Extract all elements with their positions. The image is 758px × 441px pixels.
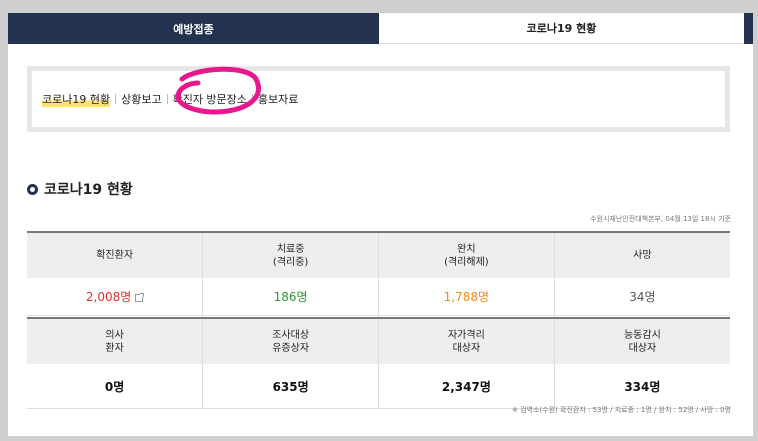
submenu-item-covid-status[interactable]: 코로나19 현황: [42, 91, 111, 107]
submenu-box: 코로나19 현황 상황보고 확진자 방문장소 홍보자료: [27, 66, 730, 132]
tab-edge: [744, 13, 753, 44]
recovered-cell: 1,788명: [378, 278, 555, 316]
header-cell: 사망: [553, 232, 730, 278]
table-header-row: 의사 환자 조사대상 유증상자 자가격리 대상자 능동감시 대상자: [27, 318, 730, 364]
status-table-primary: 확진환자 치료중 (격리중) 완치 (격리해제) 사망 2,008명 186명 1,…: [27, 231, 730, 316]
status-table-secondary: 의사 환자 조사대상 유증상자 자가격리 대상자 능동감시 대상자 0명 635명 2,…: [27, 317, 730, 409]
quarantine-footnote: ※ 검역소(수원) 확진환자 : 53명 / 치료중 : 1명 / 완치 : 5…: [512, 406, 731, 414]
page-frame: 예방접종 코로나19 현황 코로나19 현황 상황보고 확진자 방문장소 홍보자…: [8, 13, 753, 436]
confirmed-cases-cell[interactable]: 2,008명: [27, 278, 203, 316]
table-row: 0명 635명 2,347명 334명: [27, 364, 730, 409]
tab-covid-status[interactable]: 코로나19 현황: [379, 13, 744, 44]
table-row: 2,008명 186명 1,788명 34명: [27, 278, 730, 316]
active-monitoring-cell: 334명: [553, 364, 730, 409]
in-treatment-cell: 186명: [202, 278, 379, 316]
deaths-cell: 34명: [553, 278, 730, 316]
symptomatic-investigation-cell: 635명: [202, 364, 379, 409]
self-quarantine-cell: 2,347명: [378, 364, 555, 409]
bullet-ring-icon: [27, 183, 38, 195]
header-cell: 완치 (격리해제): [378, 232, 555, 278]
submenu-item-visited-places[interactable]: 확진자 방문장소: [173, 91, 247, 107]
submenu-separator: [115, 94, 117, 104]
data-source-note: 수원시재난안전대책본부, 04월 13일 18시 기준: [590, 215, 731, 223]
submenu-separator: [166, 94, 168, 104]
submenu-separator: [251, 94, 253, 104]
header-cell: 치료중 (격리중): [202, 232, 379, 278]
section-title: 코로나19 현황: [27, 179, 133, 199]
header-cell: 능동감시 대상자: [553, 318, 730, 364]
header-cell: 의사 환자: [27, 318, 203, 364]
submenu-item-situation-report[interactable]: 상황보고: [121, 91, 161, 107]
table-header-row: 확진환자 치료중 (격리중) 완치 (격리해제) 사망: [27, 232, 730, 278]
submenu-item-promo-materials[interactable]: 홍보자료: [258, 91, 298, 107]
top-tabs: 예방접종 코로나19 현황: [8, 13, 753, 44]
header-cell: 확진환자: [27, 232, 203, 278]
header-cell: 자가격리 대상자: [378, 318, 555, 364]
suspected-patient-cell: 0명: [27, 364, 203, 409]
external-link-icon[interactable]: [135, 292, 145, 302]
header-cell: 조사대상 유증상자: [202, 318, 379, 364]
section-title-text: 코로나19 현황: [44, 182, 133, 198]
tab-vaccination[interactable]: 예방접종: [8, 13, 379, 44]
